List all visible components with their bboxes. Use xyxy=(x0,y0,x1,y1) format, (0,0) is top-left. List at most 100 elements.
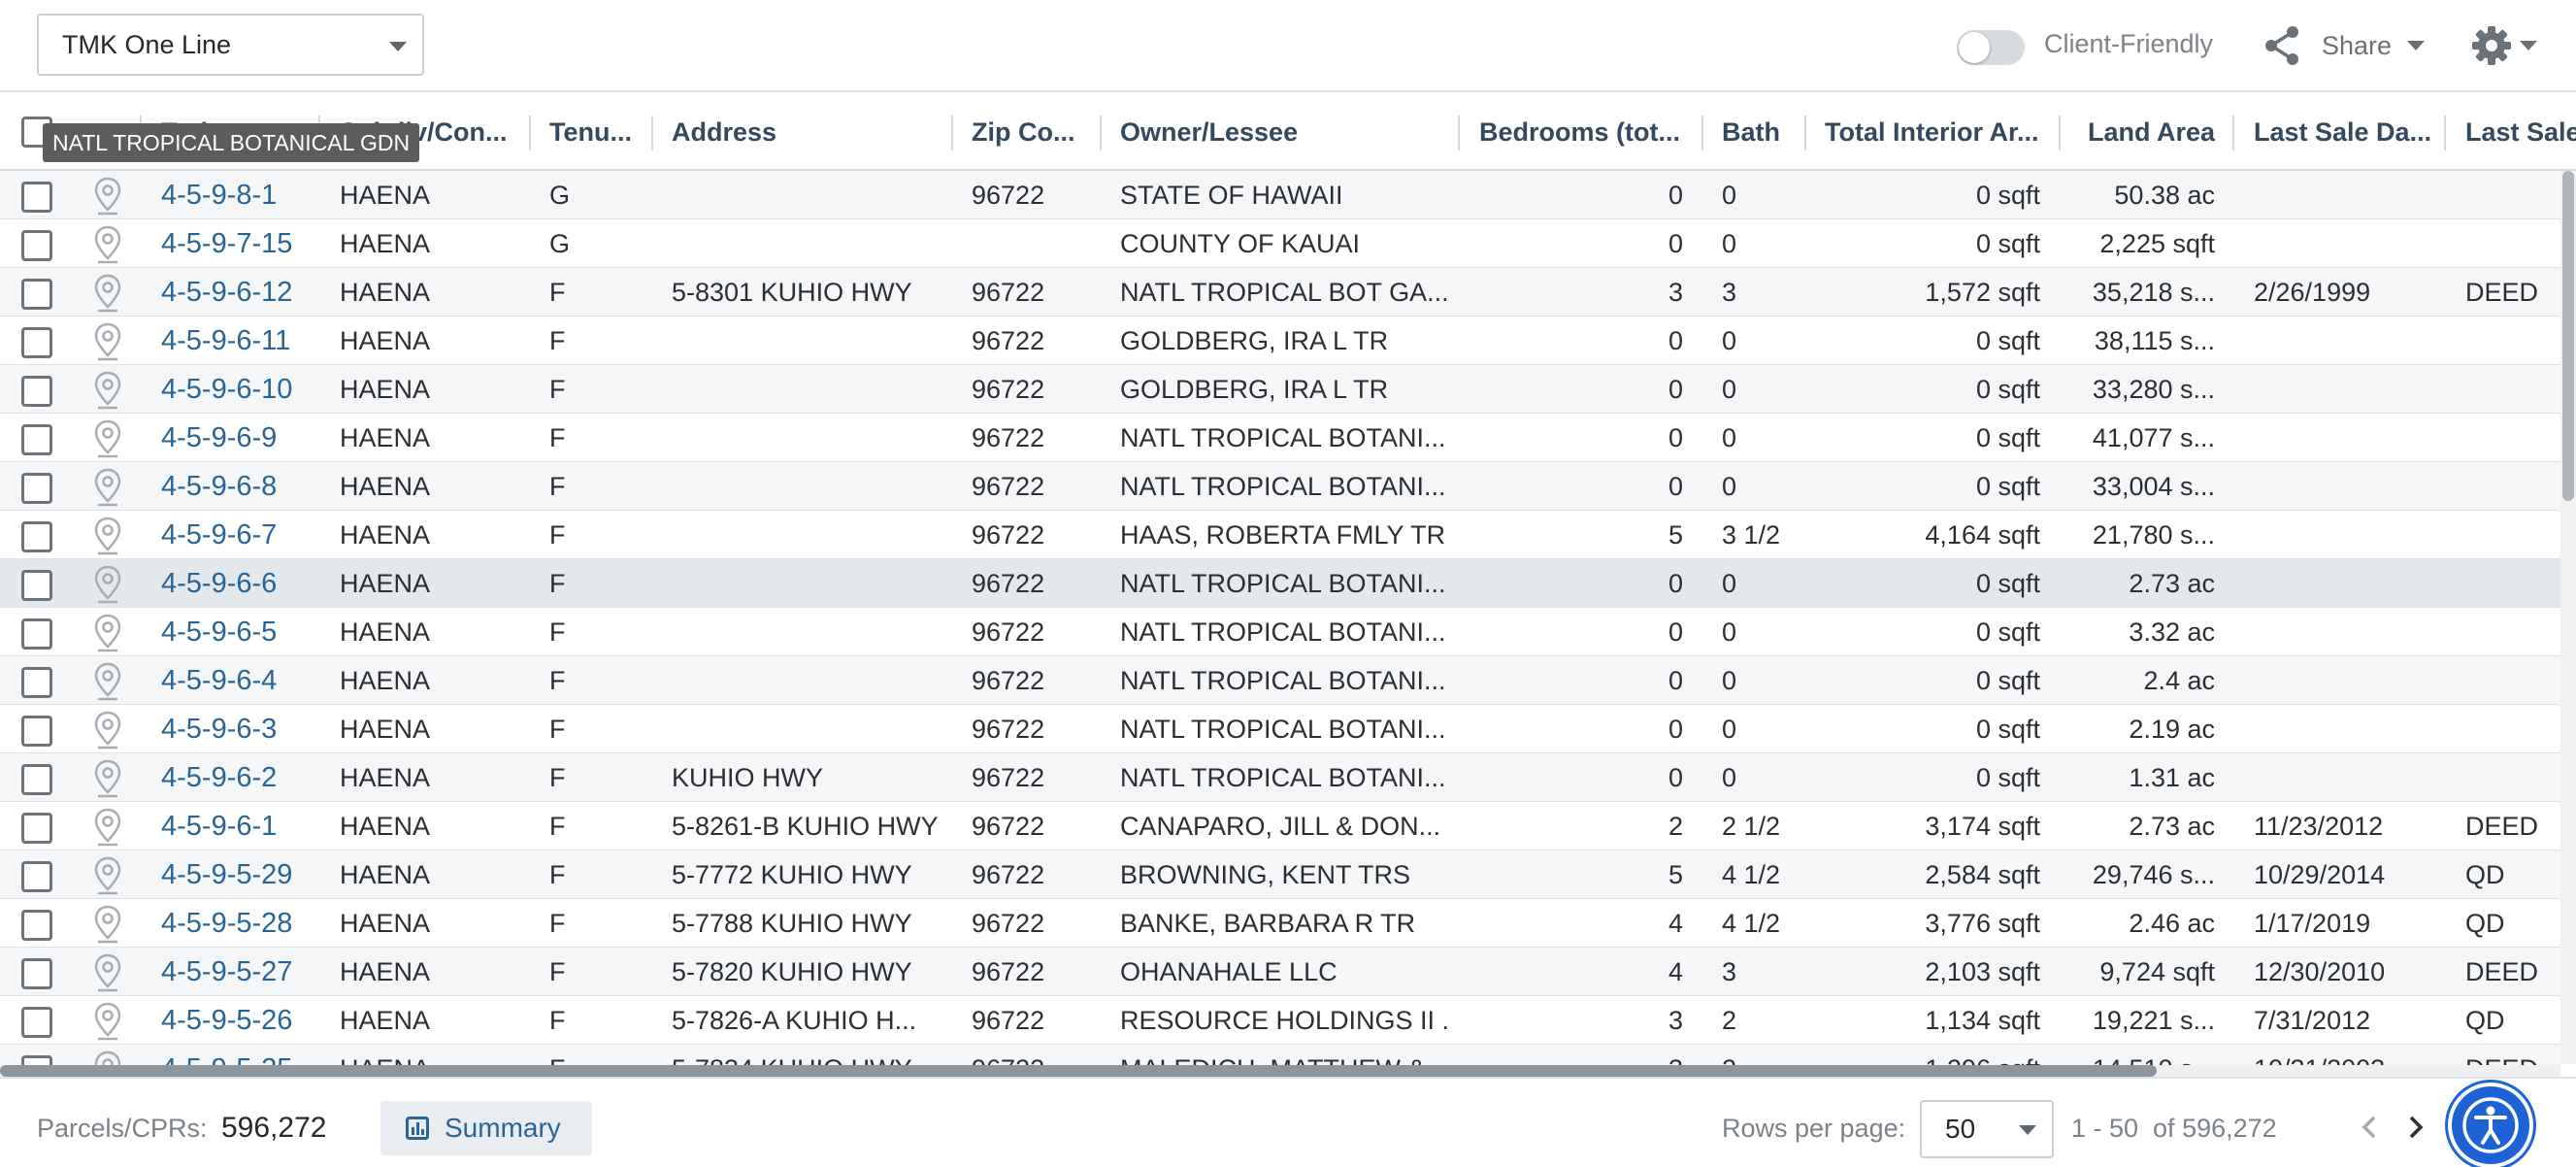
map-pin-icon[interactable] xyxy=(93,419,122,463)
map-pin-icon[interactable] xyxy=(93,711,122,754)
row-checkbox[interactable] xyxy=(21,861,52,892)
map-pin-icon[interactable] xyxy=(93,322,122,366)
table-row[interactable]: 4-5-9-6-6 HAENA F 96722 NATL TROPICAL BOTANI… xyxy=(0,559,2562,608)
column-header-interior-area[interactable]: Total Interior Ar... xyxy=(1825,94,2065,171)
accessibility-button[interactable] xyxy=(2448,1083,2533,1167)
map-pin-icon[interactable] xyxy=(93,614,122,657)
table-row[interactable]: 4-5-9-6-4 HAENA F 96722 NATL TROPICAL BOTANI… xyxy=(0,656,2562,705)
row-checkbox[interactable] xyxy=(21,1007,52,1038)
scrollbar-thumb[interactable] xyxy=(0,1065,2157,1077)
client-friendly-toggle[interactable] xyxy=(1957,30,2025,65)
table-row[interactable]: 4-5-9-5-28 HAENA F 5-7788 KUHIO HWY 96722 BAN… xyxy=(0,899,2562,948)
table-row[interactable]: 4-5-9-6-11 HAENA F 96722 GOLDBERG, IRA L TR 0… xyxy=(0,317,2562,365)
map-pin-icon[interactable] xyxy=(93,371,122,415)
table-row[interactable]: 4-5-9-5-26 HAENA F 5-7826-A KUHIO H... 96722… xyxy=(0,996,2562,1045)
map-pin-icon[interactable] xyxy=(93,662,122,706)
share-button[interactable]: Share xyxy=(2263,17,2426,74)
map-pin-icon[interactable] xyxy=(93,177,122,220)
map-pin-icon[interactable] xyxy=(93,1050,122,1065)
table-row[interactable]: 4-5-9-6-9 HAENA F 96722 NATL TROPICAL BOTANI… xyxy=(0,414,2562,462)
tmk-link[interactable]: 4-5-9-6-7 xyxy=(161,511,316,559)
table-row[interactable]: 4-5-9-6-3 HAENA F 96722 NATL TROPICAL BOTANI… xyxy=(0,705,2562,753)
tmk-link[interactable]: 4-5-9-6-1 xyxy=(161,802,316,850)
column-header-bedrooms[interactable]: Bedrooms (tot... xyxy=(1479,94,1701,171)
row-checkbox[interactable] xyxy=(21,570,52,601)
tmk-link[interactable]: 4-5-9-8-1 xyxy=(161,171,316,219)
settings-button[interactable] xyxy=(2471,19,2537,72)
map-pin-icon[interactable] xyxy=(93,274,122,317)
row-checkbox[interactable] xyxy=(21,958,52,989)
table-row[interactable]: 4-5-9-6-8 HAENA F 96722 NATL TROPICAL BOTANI… xyxy=(0,462,2562,511)
scrollbar-thumb[interactable] xyxy=(2562,171,2574,501)
map-pin-icon[interactable] xyxy=(93,468,122,512)
map-pin-icon[interactable] xyxy=(93,225,122,269)
tmk-link[interactable]: 4-5-9-5-25 xyxy=(161,1045,316,1065)
map-pin-icon[interactable] xyxy=(93,565,122,609)
tmk-link[interactable]: 4-5-9-5-27 xyxy=(161,948,316,996)
map-pin-icon[interactable] xyxy=(93,759,122,803)
next-page-button[interactable] xyxy=(2397,1110,2432,1145)
tmk-link[interactable]: 4-5-9-6-6 xyxy=(161,559,316,608)
table-row[interactable]: 4-5-9-5-25 HAENA F 5-7834 KUHIO HWY 96722 MAL… xyxy=(0,1045,2562,1065)
column-header-owner[interactable]: Owner/Lessee xyxy=(1120,94,1450,171)
tmk-link[interactable]: 4-5-9-6-9 xyxy=(161,414,316,462)
summary-button[interactable]: Summary xyxy=(380,1101,592,1155)
tmk-link[interactable]: 4-5-9-7-15 xyxy=(161,219,316,268)
tmk-link[interactable]: 4-5-9-6-11 xyxy=(161,317,316,365)
row-checkbox[interactable] xyxy=(21,279,52,310)
column-header-zip[interactable]: Zip Co... xyxy=(972,94,1096,171)
tmk-link[interactable]: 4-5-9-5-29 xyxy=(161,850,316,899)
vertical-scrollbar[interactable] xyxy=(2560,171,2576,1064)
table-row[interactable]: 4-5-9-6-2 HAENA F KUHIO HWY 96722 NATL TROPIC… xyxy=(0,753,2562,802)
previous-page-button[interactable] xyxy=(2353,1110,2388,1145)
column-header-address[interactable]: Address xyxy=(672,94,943,171)
row-checkbox[interactable] xyxy=(21,667,52,698)
table-row[interactable]: 4-5-9-6-12 HAENA F 5-8301 KUHIO HWY 96722 NAT… xyxy=(0,268,2562,317)
map-pin-icon[interactable] xyxy=(93,517,122,560)
table-row[interactable]: 4-5-9-6-1 HAENA F 5-8261-B KUHIO HWY 96722 CA… xyxy=(0,802,2562,850)
rows-per-page-select[interactable]: 50 xyxy=(1920,1100,2054,1158)
table-row[interactable]: 4-5-9-5-29 HAENA F 5-7772 KUHIO HWY 96722 BRO… xyxy=(0,850,2562,899)
table-row[interactable]: 4-5-9-6-5 HAENA F 96722 NATL TROPICAL BOTANI… xyxy=(0,608,2562,656)
row-checkbox[interactable] xyxy=(21,910,52,941)
map-pin-icon[interactable] xyxy=(93,905,122,949)
row-checkbox[interactable] xyxy=(21,1055,52,1065)
table-row[interactable]: 4-5-9-6-7 HAENA F 96722 HAAS, ROBERTA FMLY T… xyxy=(0,511,2562,559)
table-row[interactable]: 4-5-9-7-15 HAENA G COUNTY OF KAUAI 0 0 0 sqft 2… xyxy=(0,219,2562,268)
column-header-last-sale[interactable]: Last Sale xyxy=(2465,94,2576,171)
tmk-link[interactable]: 4-5-9-6-5 xyxy=(161,608,316,656)
row-checkbox[interactable] xyxy=(21,813,52,844)
horizontal-scrollbar[interactable] xyxy=(0,1065,2560,1077)
map-pin-icon[interactable] xyxy=(93,953,122,997)
table-row[interactable]: 4-5-9-5-27 HAENA F 5-7820 KUHIO HWY 96722 OHA… xyxy=(0,948,2562,996)
column-header-tenure[interactable]: Tenu... xyxy=(549,94,646,171)
row-checkbox[interactable] xyxy=(21,618,52,650)
tmk-link[interactable]: 4-5-9-6-10 xyxy=(161,365,316,414)
map-pin-icon[interactable] xyxy=(93,808,122,851)
table-row[interactable]: 4-5-9-6-10 HAENA F 96722 GOLDBERG, IRA L TR 0… xyxy=(0,365,2562,414)
column-header-bath[interactable]: Bath xyxy=(1722,94,1801,171)
row-checkbox[interactable] xyxy=(21,424,52,455)
tmk-link[interactable]: 4-5-9-6-12 xyxy=(161,268,316,317)
bath-cell: 0 xyxy=(1722,763,1737,792)
tmk-link[interactable]: 4-5-9-6-4 xyxy=(161,656,316,705)
table-row[interactable]: 4-5-9-8-1 HAENA G 96722 STATE OF HAWAII 0 0 0 s… xyxy=(0,171,2562,219)
map-pin-icon[interactable] xyxy=(93,1002,122,1046)
tmk-link[interactable]: 4-5-9-6-2 xyxy=(161,753,316,802)
row-checkbox[interactable] xyxy=(21,521,52,552)
row-checkbox[interactable] xyxy=(21,473,52,504)
row-checkbox[interactable] xyxy=(21,327,52,358)
tmk-link[interactable]: 4-5-9-5-28 xyxy=(161,899,316,948)
row-checkbox[interactable] xyxy=(21,376,52,407)
row-checkbox[interactable] xyxy=(21,182,52,213)
tmk-link[interactable]: 4-5-9-6-3 xyxy=(161,705,316,753)
map-pin-icon[interactable] xyxy=(93,856,122,900)
tmk-link[interactable]: 4-5-9-6-8 xyxy=(161,462,316,511)
tmk-link[interactable]: 4-5-9-5-26 xyxy=(161,996,316,1045)
column-header-land-area[interactable]: Land Area xyxy=(2079,94,2215,171)
row-checkbox[interactable] xyxy=(21,764,52,795)
view-select[interactable]: TMK One Line xyxy=(37,14,424,76)
row-checkbox[interactable] xyxy=(21,230,52,261)
row-checkbox[interactable] xyxy=(21,716,52,747)
column-header-last-sale-date[interactable]: Last Sale Da... xyxy=(2254,94,2438,171)
